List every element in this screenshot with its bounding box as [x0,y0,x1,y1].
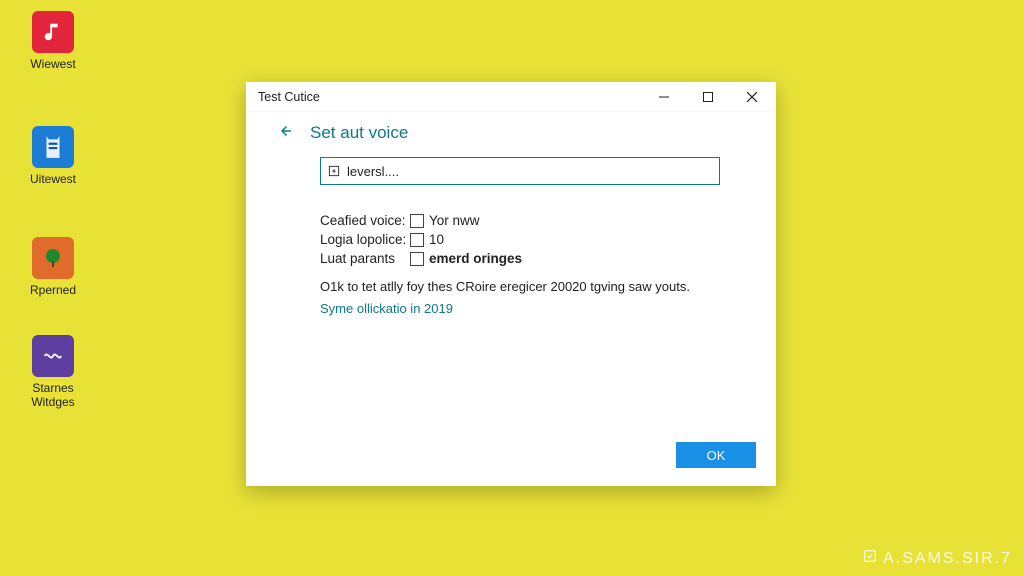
form-row: Ceafied voice: Yor nww [320,213,746,228]
checkbox-logia[interactable] [410,233,424,247]
row-label: Ceafied voice: [320,213,410,228]
input-prefix-icon [327,164,341,178]
wave-icon [32,335,74,377]
close-button[interactable] [730,83,774,111]
watermark-icon [863,549,877,568]
checkbox-luat[interactable] [410,252,424,266]
tree-icon [32,237,74,279]
row-value: emerd oringes [429,251,522,266]
music-icon [32,11,74,53]
dialog-body: Set aut voice leversl.... Ceafied voice:… [246,112,776,486]
checkbox-ceafied[interactable] [410,214,424,228]
watermark: A.SAMS.SIR.7 [863,549,1012,568]
row-value: Yor nww [429,213,480,228]
window-title: Test Cutice [258,90,320,104]
desktop-icon-wiewest[interactable]: Wiewest [18,11,88,71]
form-row: Logia lopolice: 10 [320,232,746,247]
main-input[interactable]: leversl.... [320,157,720,185]
description-text: O1k to tet atlly foy thes CRoire eregice… [320,278,746,296]
link-text[interactable]: Syme ollickatio in 2019 [320,300,746,318]
row-label: Logia lopolice: [320,232,410,247]
watermark-text: A.SAMS.SIR.7 [883,550,1012,568]
back-arrow-icon[interactable] [276,122,294,143]
desktop-icon-label: Wiewest [30,57,75,71]
row-label: Luat parants [320,251,410,266]
window-controls [642,83,774,111]
ok-button[interactable]: OK [676,442,756,468]
desktop-icon-label: Starnes Witdges [18,381,88,410]
document-icon [32,126,74,168]
desktop-icon-rperned[interactable]: Rperned [18,237,88,297]
page-heading: Set aut voice [310,123,408,143]
dialog-window: Test Cutice Set aut voice [246,82,776,486]
desktop-icon-starnes[interactable]: Starnes Witdges [18,335,88,410]
desktop-icon-label: Uitewest [30,172,76,186]
form-row: Luat parants emerd oringes [320,251,746,266]
maximize-button[interactable] [686,83,730,111]
row-value: 10 [429,232,444,247]
titlebar: Test Cutice [246,82,776,112]
desktop-icon-label: Rperned [30,283,76,297]
minimize-button[interactable] [642,83,686,111]
desktop-icon-uitewest[interactable]: Uitewest [18,126,88,186]
main-input-value: leversl.... [347,164,713,179]
